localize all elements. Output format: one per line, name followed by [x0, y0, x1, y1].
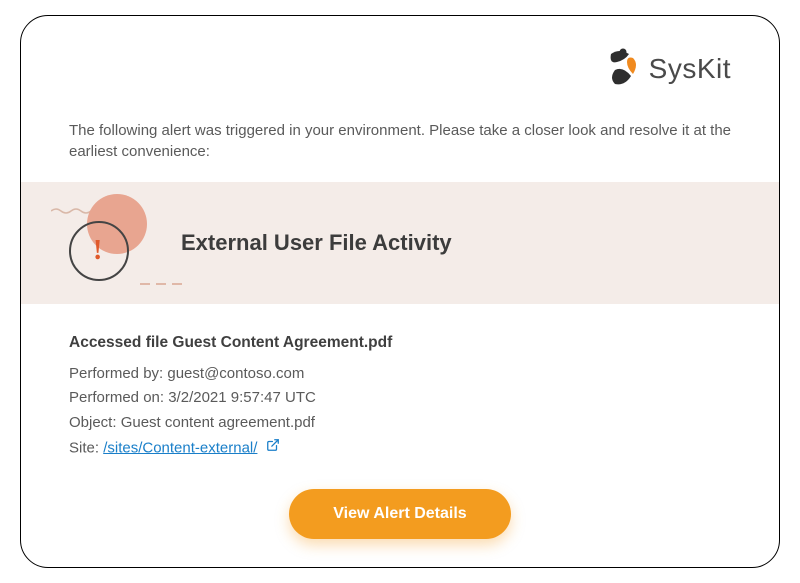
performed-by-row: Performed by: guest@contoso.com [69, 362, 731, 387]
details-heading: Accessed file Guest Content Agreement.pd… [69, 330, 731, 356]
performed-by-label: Performed by: [69, 365, 167, 382]
external-link-icon[interactable] [266, 436, 280, 461]
header: SysKit [21, 16, 779, 100]
site-link[interactable]: /sites/Content-external/ [103, 439, 257, 456]
alert-title: External User File Activity [181, 230, 452, 256]
alert-illustration: ! [69, 199, 157, 287]
wave-decoration-icon [51, 207, 81, 211]
performed-on-row: Performed on: 3/2/2021 9:57:47 UTC [69, 386, 731, 411]
performed-on-value: 3/2/2021 9:57:47 UTC [168, 389, 316, 406]
cta-wrap: View Alert Details [21, 471, 779, 567]
performed-by-value: guest@contoso.com [167, 365, 304, 382]
dash-decoration-icon [140, 283, 182, 285]
syskit-logo-icon [605, 48, 641, 90]
alert-details: Accessed file Guest Content Agreement.pd… [21, 304, 779, 471]
object-value: Guest content agreement.pdf [121, 414, 315, 431]
view-alert-details-button[interactable]: View Alert Details [289, 489, 510, 539]
performed-on-label: Performed on: [69, 389, 168, 406]
site-row: Site: /sites/Content-external/ [69, 436, 731, 461]
alert-card: SysKit The following alert was triggered… [20, 15, 780, 568]
site-label: Site: [69, 439, 103, 456]
object-label: Object: [69, 414, 121, 431]
exclamation-icon: ! [93, 235, 102, 267]
brand-logo: SysKit [605, 48, 731, 90]
intro-text: The following alert was triggered in you… [21, 100, 779, 182]
brand-name: SysKit [649, 53, 731, 85]
object-row: Object: Guest content agreement.pdf [69, 411, 731, 436]
alert-banner: ! External User File Activity [21, 182, 779, 304]
